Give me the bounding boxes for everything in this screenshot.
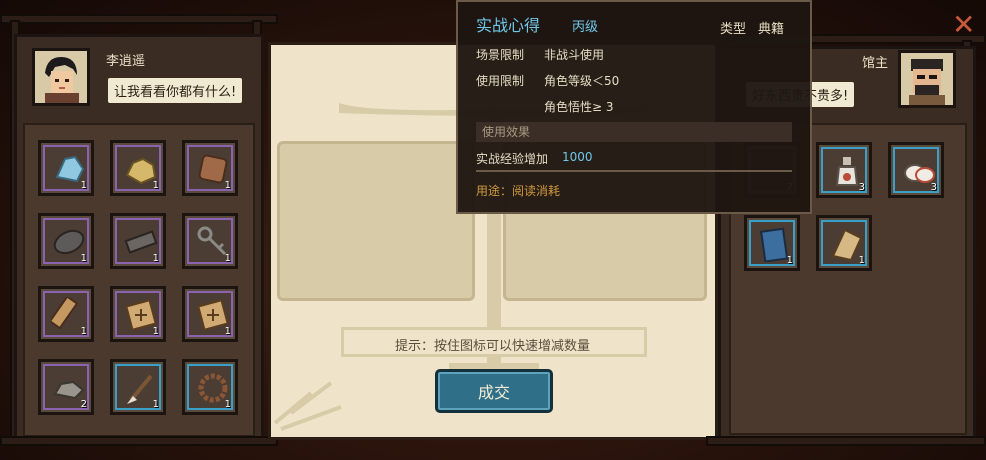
offer-slot-left[interactable]	[277, 141, 475, 301]
tooltip-type-label: 类型	[720, 22, 747, 37]
left-roof-beam	[0, 14, 278, 24]
right-merchant-name: 馆主	[862, 56, 889, 71]
inventory-slot[interactable]: 3	[816, 142, 872, 198]
item-count: 1	[80, 180, 87, 191]
inventory-slot[interactable]: 1	[38, 286, 94, 342]
item-count: 1	[152, 326, 159, 337]
tooltip-row-label: 使用限制	[476, 74, 525, 88]
item-count: 1	[152, 253, 159, 264]
inventory-slot[interactable]: 1	[182, 286, 238, 342]
hint-text: 提示：按住图标可以快速增减数量	[395, 339, 591, 354]
inventory-slot[interactable]: 1	[816, 215, 872, 271]
left-floor-beam	[0, 436, 278, 446]
tooltip-effect-value: 1000	[562, 150, 593, 164]
item-count: 1	[152, 180, 159, 191]
item-count: 1	[152, 399, 159, 410]
tooltip-row-value: 角色等级＜50	[544, 74, 620, 88]
bamboo-leaves-icon	[273, 381, 342, 431]
trade-button[interactable]: 成交	[435, 369, 553, 413]
tooltip-row-label: 场景限制	[476, 48, 525, 62]
tooltip-usage: 用途：阅读消耗	[476, 184, 561, 198]
inventory-slot[interactable]: 1	[110, 213, 166, 269]
left-merchant-speech-bubble: 让我看看你都有什么!	[106, 76, 245, 105]
item-tooltip: 实战心得 丙级 类型 典籍 场景限制 非战斗使用 使用限制 角色等级＜50 角色…	[456, 0, 812, 214]
left-merchant-avatar	[32, 48, 90, 106]
tooltip-effect-label: 实战经验增加	[476, 152, 549, 166]
tooltip-row-value: 非战斗使用	[544, 48, 605, 62]
item-count: 1	[80, 326, 87, 337]
left-merchant-name: 李逍遥	[106, 54, 146, 69]
right-floor-beam	[706, 436, 986, 446]
tooltip-divider	[476, 170, 792, 172]
inventory-slot[interactable]: 1	[110, 286, 166, 342]
inventory-slot[interactable]: 1	[110, 359, 166, 415]
item-count: 1	[224, 399, 231, 410]
young-hero-portrait-icon	[35, 51, 87, 103]
item-count: 1	[224, 253, 231, 264]
item-count: 1	[80, 253, 87, 264]
inventory-slot[interactable]: 1	[744, 215, 800, 271]
inventory-slot[interactable]: 1	[182, 359, 238, 415]
item-count: 1	[224, 326, 231, 337]
tooltip-row-value: 角色悟性≥ 3	[544, 100, 614, 114]
inventory-slot[interactable]: 1	[38, 140, 94, 196]
tooltip-item-title: 实战心得	[476, 16, 541, 35]
inventory-slot[interactable]: 2	[38, 359, 94, 415]
item-count: 2	[80, 399, 87, 410]
item-count: 3	[858, 182, 865, 193]
shopkeeper-portrait-icon	[901, 53, 953, 105]
inventory-slot[interactable]: 3	[888, 142, 944, 198]
inventory-slot[interactable]: 1	[182, 213, 238, 269]
inventory-slot[interactable]: 1	[38, 213, 94, 269]
close-icon[interactable]: ✕	[952, 8, 975, 41]
inventory-slot[interactable]: 1	[182, 140, 238, 196]
tooltip-effect-heading: 使用效果	[476, 122, 792, 142]
item-count: 1	[786, 255, 793, 266]
item-count: 1	[858, 255, 865, 266]
tooltip-type-value: 典籍	[758, 22, 785, 37]
item-count: 3	[930, 182, 937, 193]
tooltip-item-grade: 丙级	[572, 20, 599, 35]
right-merchant-avatar	[898, 50, 956, 108]
inventory-slot[interactable]: 1	[110, 140, 166, 196]
item-count: 1	[224, 180, 231, 191]
